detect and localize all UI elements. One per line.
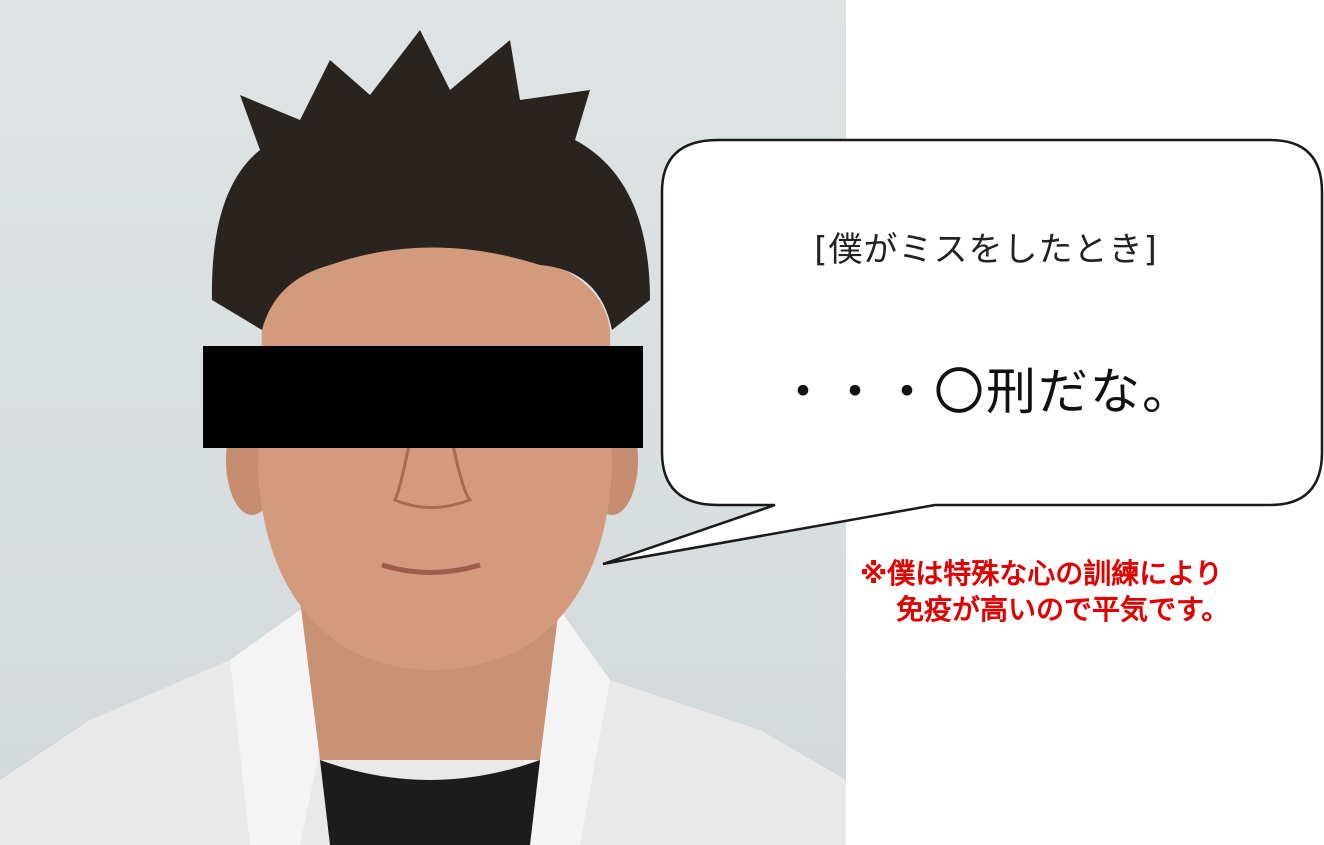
disclaimer-note: ※僕は特殊な心の訓練により 免疫が高いので平気です。 — [860, 556, 1320, 628]
note-line-1: ※僕は特殊な心の訓練により — [860, 557, 1223, 590]
bubble-heading: [僕がミスをしたとき] — [814, 230, 1158, 270]
bubble-main-text: ・・・〇刑だな。 — [778, 363, 1194, 421]
note-line-2: 免疫が高いので平気です。 — [896, 593, 1230, 626]
